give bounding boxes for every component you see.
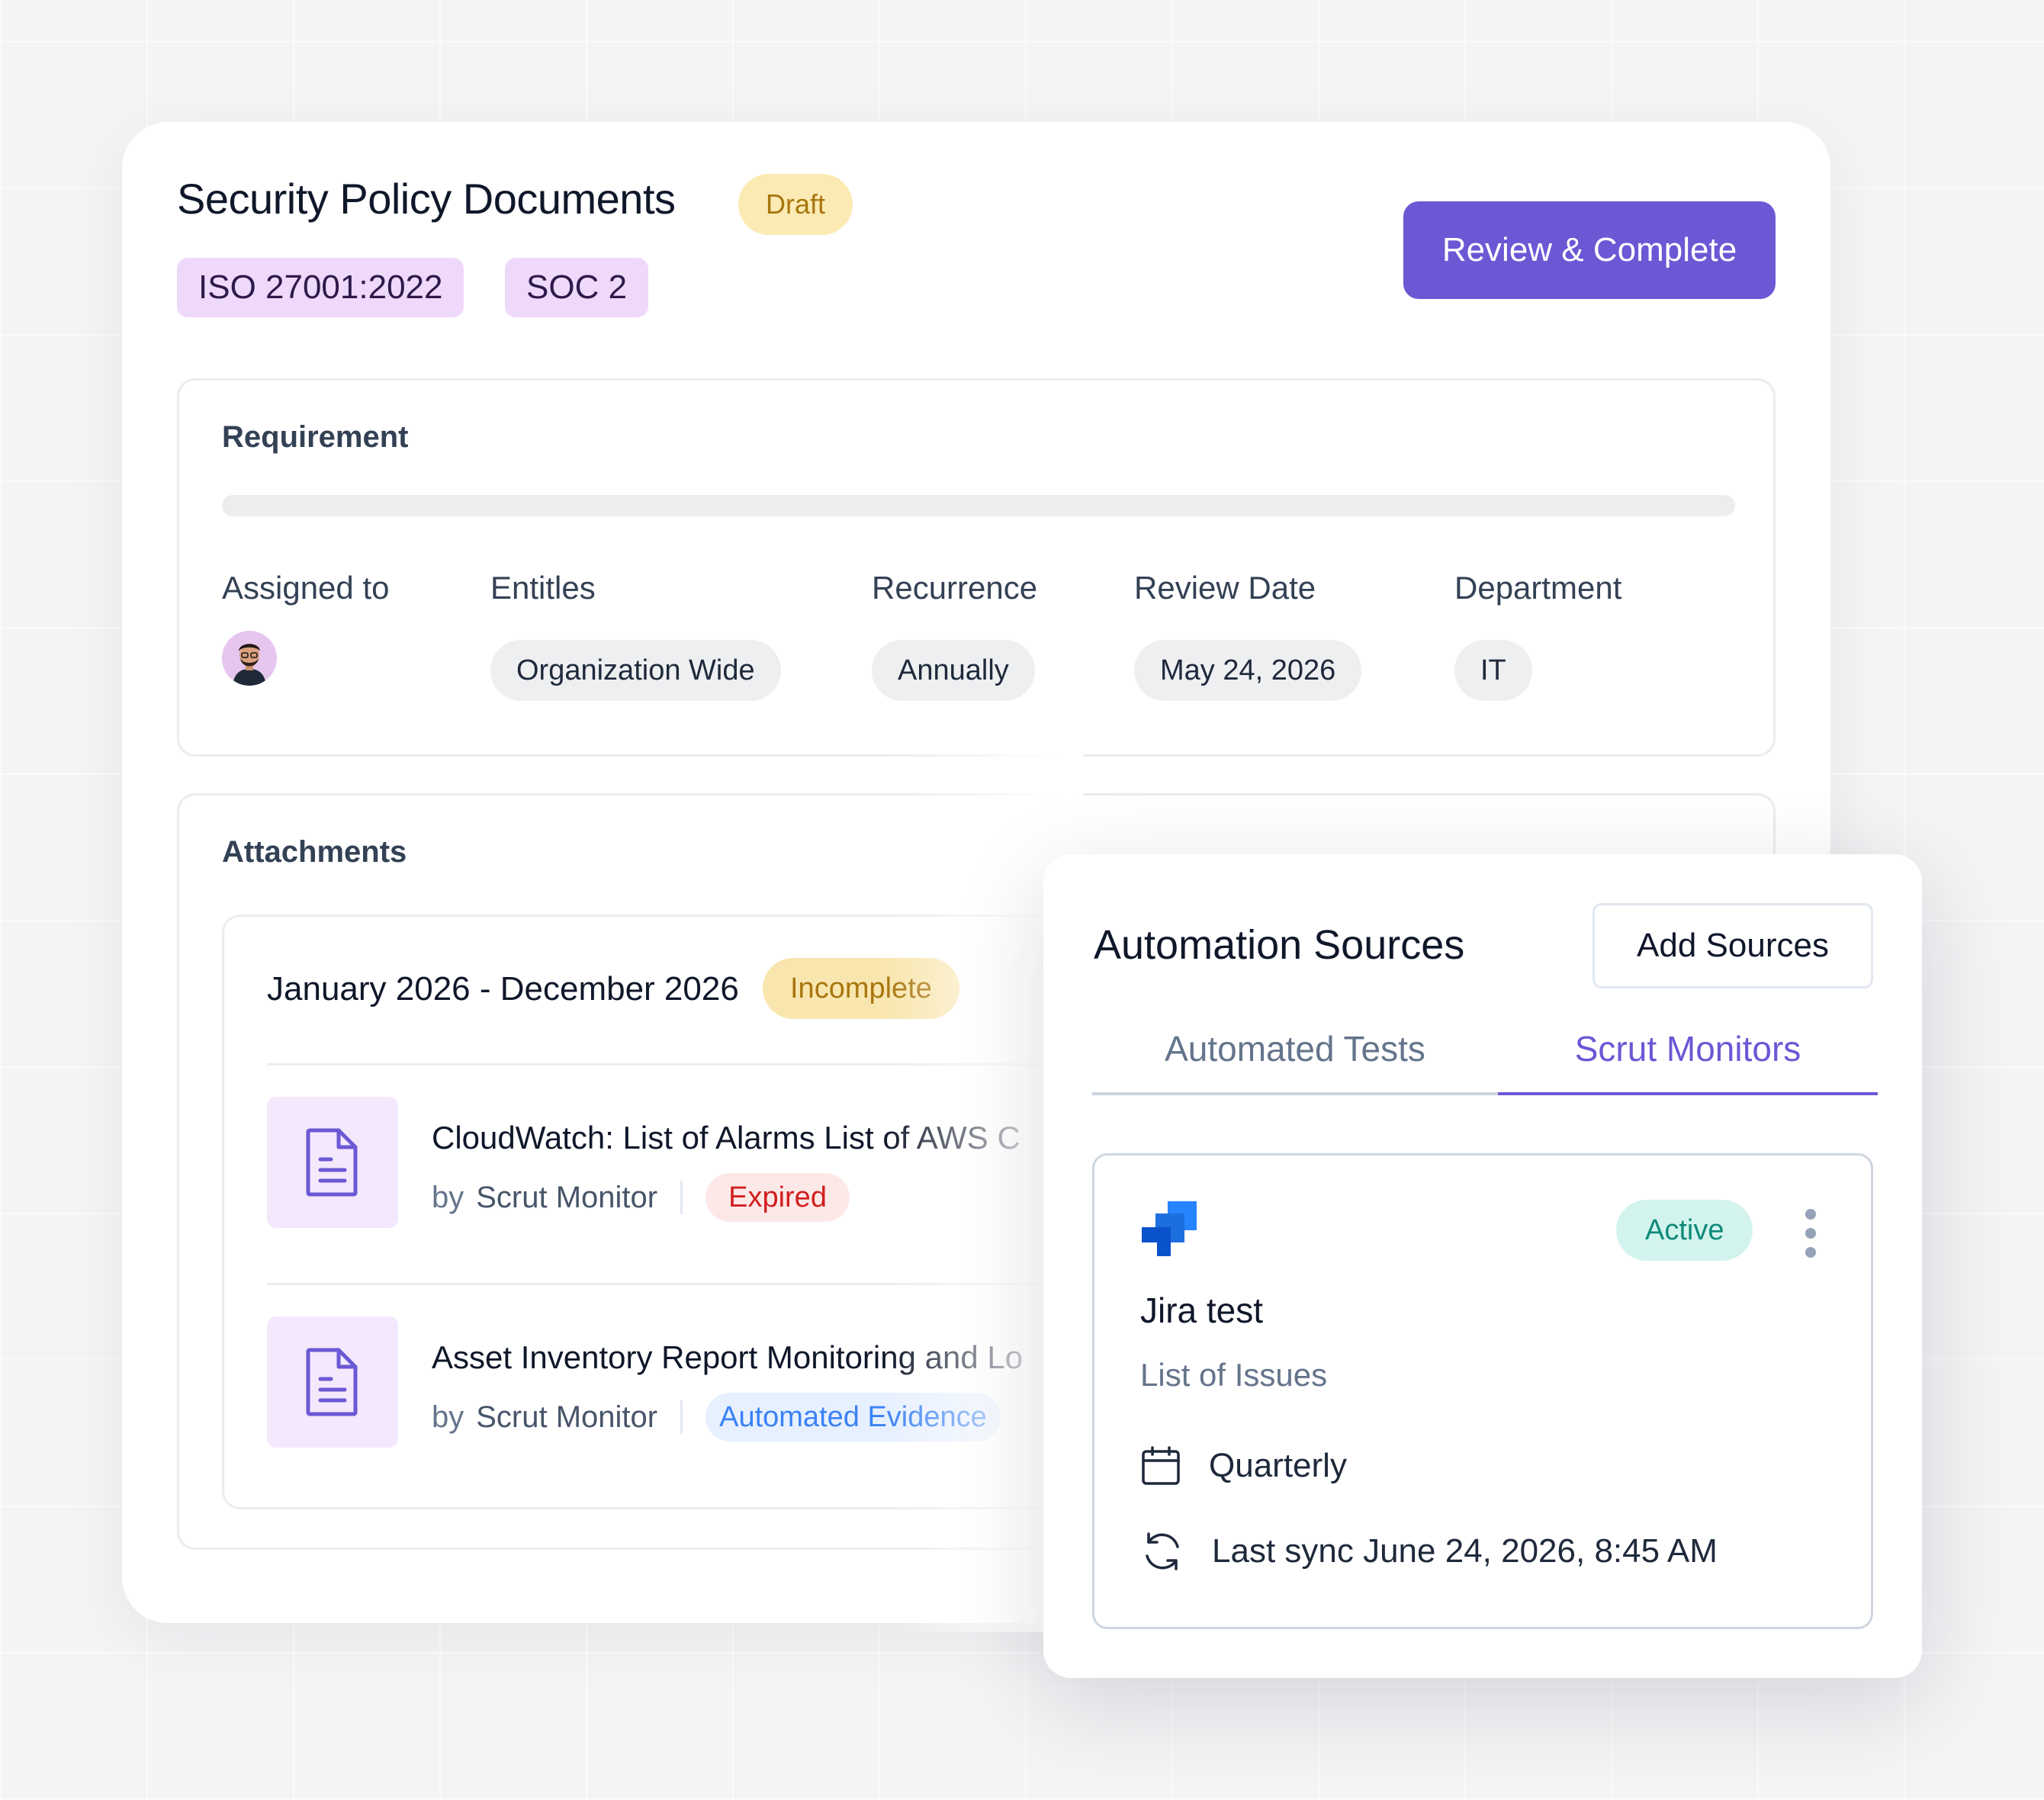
period-title: January 2026 - December 2026 bbox=[267, 970, 739, 1008]
review-date-pill[interactable]: May 24, 2026 bbox=[1134, 640, 1362, 701]
review-date-label: Review Date bbox=[1134, 570, 1316, 606]
entitles-pill[interactable]: Organization Wide bbox=[490, 640, 781, 701]
last-sync-row: Last sync June 24, 2026, 8:45 AM bbox=[1140, 1529, 1718, 1573]
requirement-section: Requirement Assigned to Entitles Recurre… bbox=[177, 378, 1776, 757]
attachments-label: Attachments bbox=[222, 835, 407, 869]
framework-chip-soc[interactable]: SOC 2 bbox=[505, 258, 649, 317]
source-name: Jira test bbox=[1140, 1291, 1264, 1330]
document-icon[interactable] bbox=[267, 1316, 398, 1448]
department-label: Department bbox=[1454, 570, 1622, 606]
frequency-value: Quarterly bbox=[1209, 1447, 1347, 1484]
tab-scrut-monitors[interactable]: Scrut Monitors bbox=[1498, 1014, 1878, 1095]
entitles-label: Entitles bbox=[490, 570, 596, 606]
active-status-badge: Active bbox=[1616, 1200, 1753, 1261]
attachment-author: Scrut Monitor bbox=[476, 1180, 658, 1214]
expired-badge: Expired bbox=[705, 1173, 850, 1222]
sync-icon bbox=[1146, 1532, 1179, 1570]
add-sources-button[interactable]: Add Sources bbox=[1592, 903, 1873, 988]
requirement-label: Requirement bbox=[222, 420, 409, 454]
recurrence-label: Recurrence bbox=[872, 570, 1038, 606]
separator bbox=[680, 1400, 683, 1434]
last-sync-value: Last sync June 24, 2026, 8:45 AM bbox=[1212, 1532, 1718, 1570]
by-label: by bbox=[432, 1180, 464, 1214]
more-options-icon[interactable] bbox=[1799, 1209, 1822, 1258]
frequency-row: Quarterly bbox=[1140, 1445, 1347, 1487]
separator bbox=[680, 1181, 683, 1214]
tab-automated-tests[interactable]: Automated Tests bbox=[1092, 1014, 1498, 1095]
automation-sources-title: Automation Sources bbox=[1094, 922, 1465, 968]
review-complete-button[interactable]: Review & Complete bbox=[1403, 201, 1776, 299]
attachment-author: Scrut Monitor bbox=[476, 1400, 658, 1434]
source-description: List of Issues bbox=[1140, 1357, 1328, 1393]
page-title: Security Policy Documents bbox=[177, 175, 676, 223]
attachment-meta: by Scrut Monitor Expired bbox=[432, 1173, 850, 1222]
framework-chip-iso[interactable]: ISO 27001:2022 bbox=[177, 258, 464, 317]
document-icon[interactable] bbox=[267, 1097, 398, 1228]
status-badge: Draft bbox=[738, 174, 853, 235]
jira-icon bbox=[1140, 1200, 1198, 1258]
automation-sources-panel: Automation Sources Add Sources Automated… bbox=[1043, 854, 1922, 1678]
assignee-avatar[interactable] bbox=[222, 631, 277, 686]
assigned-to-label: Assigned to bbox=[222, 570, 390, 606]
by-label: by bbox=[432, 1400, 464, 1434]
requirement-progress-bar bbox=[222, 495, 1735, 516]
recurrence-pill[interactable]: Annually bbox=[872, 640, 1035, 701]
department-pill[interactable]: IT bbox=[1454, 640, 1532, 701]
calendar-icon bbox=[1142, 1446, 1180, 1485]
source-card[interactable]: Active Jira test List of Issues Quarterl… bbox=[1092, 1153, 1873, 1629]
